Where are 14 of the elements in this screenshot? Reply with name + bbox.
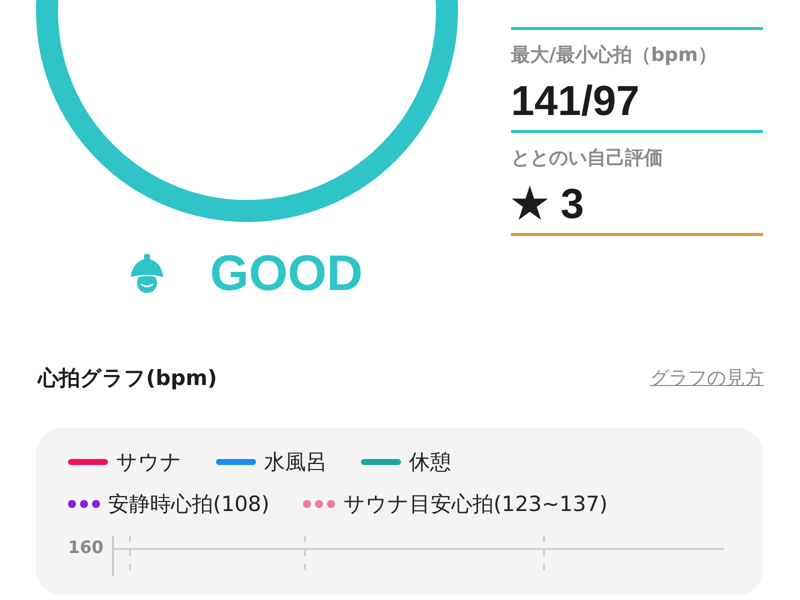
legend-label: サウナ <box>116 449 182 476</box>
sauna-hat-icon <box>128 253 166 293</box>
help-link[interactable]: グラフの見方 <box>650 365 764 391</box>
status-label: GOOD <box>210 244 363 302</box>
stat-label: 最大/最小心拍（bpm） <box>511 43 718 68</box>
stat-label: ととのい自己評価 <box>511 146 664 171</box>
legend-label: 水風呂 <box>264 449 327 476</box>
stat-value: 141/97 <box>511 80 640 122</box>
stat-value: ★ 3 <box>511 183 584 225</box>
section-title: 心拍グラフ(bpm) <box>38 365 218 392</box>
axis-tick-label: 160 <box>68 538 104 558</box>
legend-label: サウナ目安心拍(123~137) <box>343 491 608 518</box>
legend-label: 安静時心拍(108) <box>108 491 270 518</box>
legend-label: 休憩 <box>409 449 451 476</box>
